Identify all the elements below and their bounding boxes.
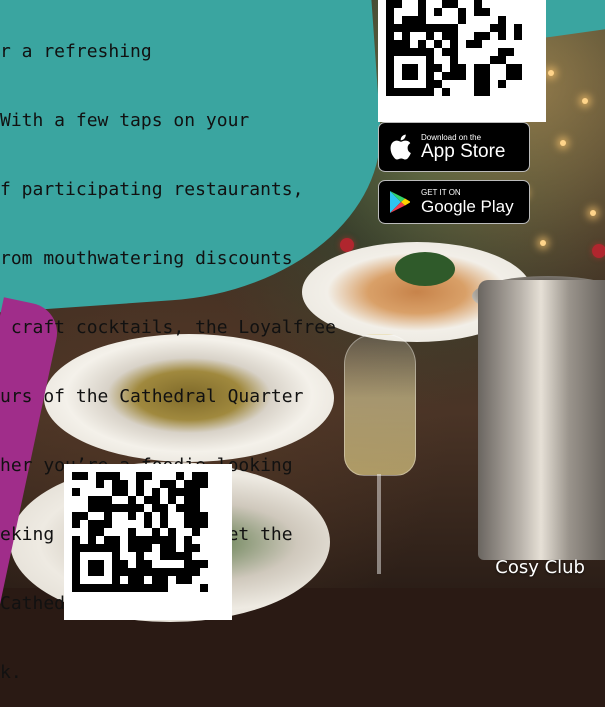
app-store-button[interactable]: Download on the App Store [378, 122, 530, 172]
google-play-icon [387, 189, 413, 215]
google-play-label: Google Play [421, 196, 514, 216]
google-play-small-label: GET IT ON [421, 187, 461, 197]
promo-line: craft cocktails, the Loyalfree [0, 317, 336, 338]
qr-pattern [386, 0, 522, 96]
apple-icon [387, 134, 413, 160]
promo-line: r a refreshing [0, 41, 152, 62]
google-play-button[interactable]: GET IT ON Google Play [378, 180, 530, 224]
promo-line: urs of the Cathedral Quarter [0, 386, 304, 407]
bauble [592, 244, 605, 258]
tree-light [590, 210, 596, 216]
photo-caption: Cosy Club [495, 557, 585, 578]
qr-pattern [72, 472, 208, 592]
tree-light [540, 240, 546, 246]
wine-glass [344, 334, 416, 476]
ice-bucket [478, 280, 605, 560]
app-store-label: App Store [421, 140, 506, 162]
tree-light [560, 140, 566, 146]
greens-garnish [395, 252, 455, 286]
wine-glass-stem [377, 474, 381, 574]
tree-light [582, 98, 588, 104]
promo-line: f participating restaurants, [0, 179, 304, 200]
tree-light [548, 70, 554, 76]
promo-line: k. [0, 662, 22, 683]
qr-code-top[interactable] [378, 0, 546, 122]
promo-line: With a few taps on your [0, 110, 250, 131]
qr-code-bottom[interactable] [64, 464, 232, 620]
promo-line: rom mouthwatering discounts [0, 248, 293, 269]
